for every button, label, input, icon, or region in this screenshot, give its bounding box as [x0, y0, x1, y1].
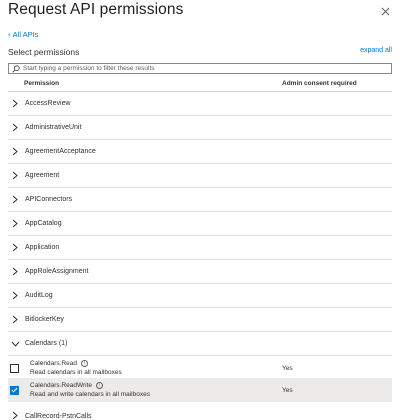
group-access-review[interactable]: AccessReview — [8, 92, 392, 116]
group-label: CallRecord-PstnCalls — [25, 413, 92, 420]
permission-name: Calendars.Read — [30, 360, 77, 367]
group-agreement-acceptance[interactable]: AgreementAcceptance — [8, 140, 392, 164]
search-icon — [12, 64, 20, 72]
group-agreement[interactable]: Agreement — [8, 164, 392, 188]
permission-description: Read calendars in all mailboxes — [30, 369, 122, 376]
group-calendars[interactable]: Calendars (1) — [8, 332, 392, 356]
group-label: Agreement — [25, 172, 60, 179]
chevron-right-icon — [10, 99, 20, 109]
search-input[interactable] — [23, 64, 383, 73]
group-application[interactable]: Application — [8, 236, 392, 260]
group-audit-log[interactable]: AuditLog — [8, 284, 392, 308]
group-bitlocker-key[interactable]: BitlockerKey — [8, 308, 392, 332]
group-label: APIConnectors — [25, 196, 73, 203]
group-label: Calendars (1) — [25, 340, 68, 347]
checkmark-icon — [11, 387, 18, 393]
all-apis-label: All APIs — [12, 30, 39, 39]
expand-all-link[interactable]: expand all — [360, 47, 392, 54]
page-title: Request API permissions — [8, 1, 184, 18]
permission-name: Calendars.ReadWrite — [30, 382, 93, 389]
chevron-right-icon — [10, 123, 20, 133]
select-permissions-label: Select permissions — [8, 47, 80, 57]
admin-consent-value: Yes — [282, 364, 293, 372]
group-app-role-assignment[interactable]: AppRoleAssignment — [8, 260, 392, 284]
info-icon[interactable]: i — [96, 382, 104, 389]
admin-consent-value: Yes — [282, 386, 293, 394]
group-label: AuditLog — [25, 292, 53, 299]
group-label: Application — [25, 244, 60, 251]
group-label: AppRoleAssignment — [25, 268, 89, 275]
column-header-permission: Permission — [24, 80, 60, 87]
permission-checkbox[interactable] — [10, 363, 19, 373]
permission-search-box[interactable] — [8, 63, 392, 74]
group-call-record-pstn-calls[interactable]: CallRecord-PstnCalls — [8, 402, 392, 420]
group-label: BitlockerKey — [25, 316, 64, 323]
chevron-right-icon — [10, 410, 20, 420]
permission-row-calendars-readwrite[interactable]: Calendars.ReadWrite i Read and write cal… — [8, 378, 392, 402]
chevron-right-icon — [10, 243, 20, 253]
group-app-catalog[interactable]: AppCatalog — [8, 212, 392, 236]
group-administrative-unit[interactable]: AdministrativeUnit — [8, 116, 392, 140]
column-header-admin-consent: Admin consent required — [282, 80, 357, 87]
permission-description: Read and write calendars in all mailboxe… — [30, 391, 150, 398]
chevron-left-icon: ‹ — [8, 30, 11, 39]
group-label: AccessReview — [25, 100, 71, 107]
group-label: AdministrativeUnit — [25, 124, 82, 131]
info-icon[interactable]: i — [80, 360, 88, 367]
permission-row-calendars-read[interactable]: Calendars.Read i Read calendars in all m… — [8, 356, 392, 380]
chevron-right-icon — [10, 195, 20, 205]
permission-checkbox[interactable] — [10, 385, 19, 395]
chevron-down-icon — [10, 339, 20, 349]
chevron-right-icon — [10, 219, 20, 229]
group-label: AppCatalog — [25, 220, 62, 227]
all-apis-link[interactable]: ‹ All APIs — [8, 30, 39, 39]
chevron-right-icon — [10, 315, 20, 325]
close-icon[interactable] — [376, 2, 394, 20]
group-api-connectors[interactable]: APIConnectors — [8, 188, 392, 212]
chevron-right-icon — [10, 267, 20, 277]
chevron-right-icon — [10, 147, 20, 157]
chevron-right-icon — [10, 171, 20, 181]
chevron-right-icon — [10, 291, 20, 301]
group-label: AgreementAcceptance — [25, 148, 96, 155]
